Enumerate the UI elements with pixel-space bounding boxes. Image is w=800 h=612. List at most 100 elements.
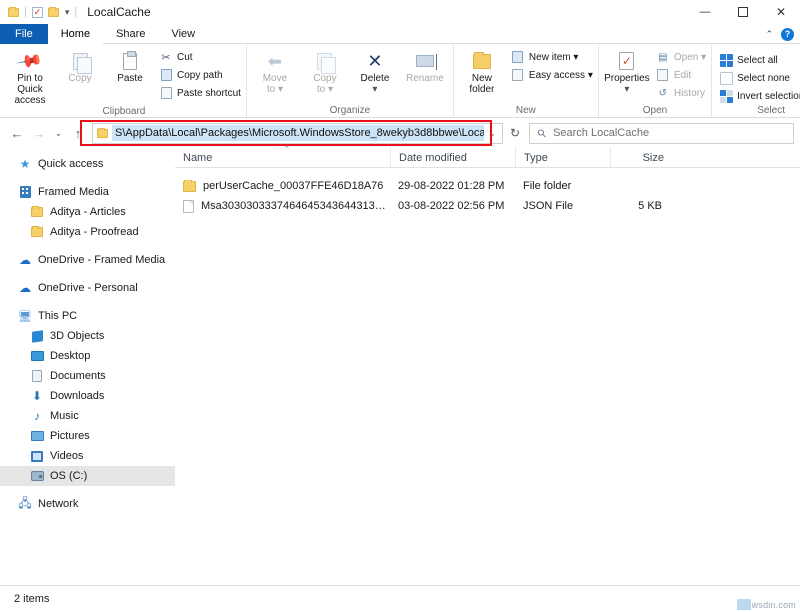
documents-icon: [30, 370, 44, 382]
music-icon: ♪: [30, 409, 44, 423]
back-button[interactable]: ←: [6, 121, 28, 145]
move-to-label-2: to ▾: [267, 84, 283, 95]
address-path-text[interactable]: S\AppData\Local\Packages\Microsoft.Windo…: [112, 125, 484, 141]
group-label-new: New: [457, 105, 595, 117]
move-to-button[interactable]: ⬅ Move to ▾: [250, 46, 300, 95]
file-date-cell: 29-08-2022 01:28 PM: [390, 180, 515, 192]
copy-button[interactable]: Copy: [55, 46, 105, 84]
tab-view[interactable]: View: [158, 24, 208, 44]
sidebar-item-desktop[interactable]: Desktop: [0, 346, 175, 366]
refresh-button[interactable]: ↻: [503, 126, 527, 140]
sidebar-item-quick-access[interactable]: ★ Quick access: [0, 154, 175, 174]
delete-button[interactable]: ✕ Delete ▾: [350, 46, 400, 95]
sidebar-item-framed-media[interactable]: Framed Media: [0, 182, 175, 202]
sidebar-item-label: This PC: [38, 310, 77, 322]
properties-button[interactable]: ✓ Properties ▾: [602, 46, 652, 95]
properties-check-icon[interactable]: ✓: [32, 7, 43, 18]
sidebar-item-documents[interactable]: Documents: [0, 366, 175, 386]
sidebar-item-pictures[interactable]: Pictures: [0, 426, 175, 446]
invert-selection-button[interactable]: Invert selection: [719, 88, 800, 104]
title-bar: | ✓ ▾ | LocalCache — ✕: [0, 0, 800, 24]
collapse-ribbon-icon[interactable]: ⌃: [765, 29, 773, 40]
new-folder-button[interactable]: New folder: [457, 46, 507, 95]
sidebar-item-network[interactable]: 🖧 Network: [0, 494, 175, 514]
delete-caret-icon[interactable]: ▾: [372, 84, 377, 95]
history-label: History: [674, 88, 705, 99]
forward-button[interactable]: →: [28, 121, 50, 145]
close-button[interactable]: ✕: [762, 0, 800, 24]
pin-to-quick-access-button[interactable]: 📌 Pin to Quick access: [5, 46, 55, 106]
maximize-button[interactable]: [724, 0, 762, 24]
new-folder-label-2: folder: [469, 84, 494, 95]
ribbon-group-new: New folder New item ▾ Easy access ▾ New: [454, 44, 599, 117]
select-all-icon: [719, 53, 733, 67]
address-field[interactable]: S\AppData\Local\Packages\Microsoft.Windo…: [92, 123, 503, 144]
column-headers: Name ⌃ Date modified Type Size: [175, 148, 800, 168]
folder-icon: [183, 181, 196, 192]
tab-home[interactable]: Home: [48, 24, 103, 44]
sidebar-item-label: OS (C:): [50, 470, 87, 482]
watermark-mark: [737, 599, 751, 610]
sidebar-item-aditya-articles[interactable]: Aditya - Articles: [0, 202, 175, 222]
drive-icon: [30, 471, 44, 481]
folder-icon[interactable]: [8, 8, 19, 17]
sidebar-item-label: Aditya - Articles: [50, 206, 126, 218]
column-header-type[interactable]: Type: [515, 147, 610, 167]
column-header-size[interactable]: Size: [610, 147, 670, 167]
sidebar-item-label: Music: [50, 410, 79, 422]
history-button[interactable]: ↺ History: [656, 85, 706, 101]
new-item-button[interactable]: New item ▾: [511, 49, 593, 65]
paste-button[interactable]: Paste: [105, 46, 155, 84]
rename-button[interactable]: Rename: [400, 46, 450, 84]
clipboard-small-buttons: ✂ Cut Copy path Paste shortcut: [155, 46, 243, 101]
column-header-name[interactable]: Name ⌃: [175, 147, 390, 167]
3d-objects-icon: [30, 331, 44, 342]
help-icon[interactable]: ?: [781, 28, 794, 41]
sidebar-item-this-pc[interactable]: 🖥 This PC: [0, 306, 175, 326]
sidebar-item-label: 3D Objects: [50, 330, 104, 342]
ribbon: 📌 Pin to Quick access Copy Paste ✂ Cut: [0, 44, 800, 118]
copy-label: Copy: [68, 73, 91, 84]
chevron-down-icon[interactable]: ▾: [65, 7, 70, 18]
select-none-button[interactable]: Select none: [719, 70, 800, 86]
properties-caret-icon[interactable]: ▾: [624, 84, 629, 95]
new-folder-label-1: New: [472, 73, 492, 84]
up-button[interactable]: ↑: [67, 121, 89, 145]
easy-access-button[interactable]: Easy access ▾: [511, 67, 593, 83]
table-row[interactable]: perUserCache_00037FFE46D18A76 29-08-2022…: [175, 176, 800, 196]
sidebar-item-downloads[interactable]: ⬇ Downloads: [0, 386, 175, 406]
pin-label-2: access: [14, 95, 45, 106]
sidebar-item-3d-objects[interactable]: 3D Objects: [0, 326, 175, 346]
tab-share[interactable]: Share: [103, 24, 158, 44]
qat-divider: |: [24, 6, 27, 18]
sidebar-item-onedrive-personal[interactable]: ☁ OneDrive - Personal: [0, 278, 175, 298]
column-header-date-modified[interactable]: Date modified: [390, 147, 515, 167]
table-row[interactable]: Msa303030333746464534364431384137... 03-…: [175, 196, 800, 216]
sidebar-item-onedrive-framed-media[interactable]: ☁ OneDrive - Framed Media: [0, 250, 175, 270]
sidebar-item-os-c[interactable]: OS (C:): [0, 466, 175, 486]
tab-file[interactable]: File: [0, 24, 48, 44]
edit-button[interactable]: Edit: [656, 67, 706, 83]
select-all-button[interactable]: Select all: [719, 52, 800, 68]
copy-to-button[interactable]: Copy to ▾: [300, 46, 350, 95]
sidebar-item-aditya-proofread[interactable]: Aditya - Proofread: [0, 222, 175, 242]
group-label-select: Select: [715, 105, 800, 117]
file-explorer-window: | ✓ ▾ | LocalCache — ✕ File Home Share V…: [0, 0, 800, 612]
paste-shortcut-button[interactable]: Paste shortcut: [159, 85, 241, 101]
open-button[interactable]: ▤ Open ▾: [656, 49, 706, 65]
sidebar-item-label: OneDrive - Personal: [38, 282, 138, 294]
address-dropdown-icon[interactable]: ⌄: [484, 128, 500, 139]
copy-path-button[interactable]: Copy path: [159, 67, 241, 83]
desktop-icon: [30, 351, 44, 361]
sort-ascending-icon: ⌃: [283, 144, 291, 155]
cloud-icon: ☁: [18, 281, 32, 295]
recent-locations-icon[interactable]: ⌄: [50, 121, 67, 145]
new-folder-icon[interactable]: [48, 8, 59, 17]
sidebar-item-music[interactable]: ♪ Music: [0, 406, 175, 426]
file-name-cell: perUserCache_00037FFE46D18A76: [175, 180, 390, 192]
easy-access-icon: [511, 68, 525, 82]
minimize-button[interactable]: —: [686, 0, 724, 24]
sidebar-item-videos[interactable]: Videos: [0, 446, 175, 466]
search-box[interactable]: ⚲ Search LocalCache: [529, 123, 794, 144]
cut-button[interactable]: ✂ Cut: [159, 49, 241, 65]
